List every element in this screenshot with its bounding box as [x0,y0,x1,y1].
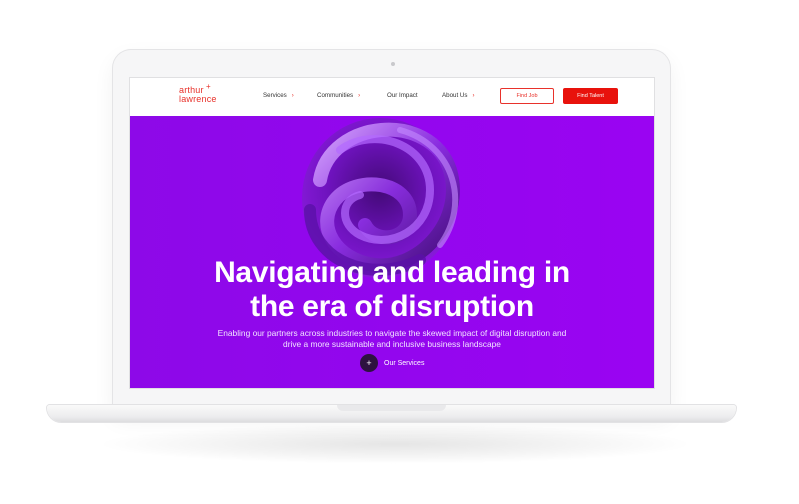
nav-item-about-us[interactable]: About Us › [442,92,474,99]
laptop-shadow [95,424,695,464]
hero-subtitle-line-2: drive a more sustainable and inclusive b… [283,339,501,349]
mockup-stage: arthur lawrence + Services › Communities… [0,0,799,504]
brand-logo[interactable]: arthur lawrence + [179,82,217,104]
nav-item-communities[interactable]: Communities › [317,92,360,99]
logo-plus-icon: + [206,82,211,91]
nav-item-our-impact[interactable]: Our Impact [387,92,418,99]
camera-dot [391,62,395,66]
nav-label-services: Services [263,92,287,99]
logo-line-2: lawrence [179,94,217,104]
hero-title: Navigating and leading in the era of dis… [130,256,654,324]
nav-label-about-us: About Us [442,92,468,99]
laptop-base [47,405,736,422]
laptop-screen: arthur lawrence + Services › Communities… [130,78,654,388]
site-header: arthur lawrence + Services › Communities… [130,78,654,116]
hero-subtitle: Enabling our partners across industries … [170,328,614,350]
cta-label: Our Services [384,359,425,367]
chevron-right-icon: › [291,92,294,99]
nav-item-services[interactable]: Services › [263,92,294,99]
our-services-cta[interactable]: + Our Services [360,354,424,372]
nav-label-communities: Communities [317,92,354,99]
laptop-notch [337,405,446,411]
find-job-button[interactable]: Find Job [500,88,554,104]
chevron-right-icon: › [358,92,361,99]
nav-label-our-impact: Our Impact [387,92,418,99]
find-talent-button[interactable]: Find Talent [563,88,618,104]
hero-section: Navigating and leading in the era of dis… [130,116,654,388]
plus-icon: + [360,354,378,372]
hero-subtitle-line-1: Enabling our partners across industries … [217,328,567,338]
hero-title-line-1: Navigating and leading in [214,256,570,289]
chevron-right-icon: › [472,92,475,99]
laptop-lid: arthur lawrence + Services › Communities… [113,50,670,412]
hero-title-line-2: the era of disruption [250,290,534,323]
